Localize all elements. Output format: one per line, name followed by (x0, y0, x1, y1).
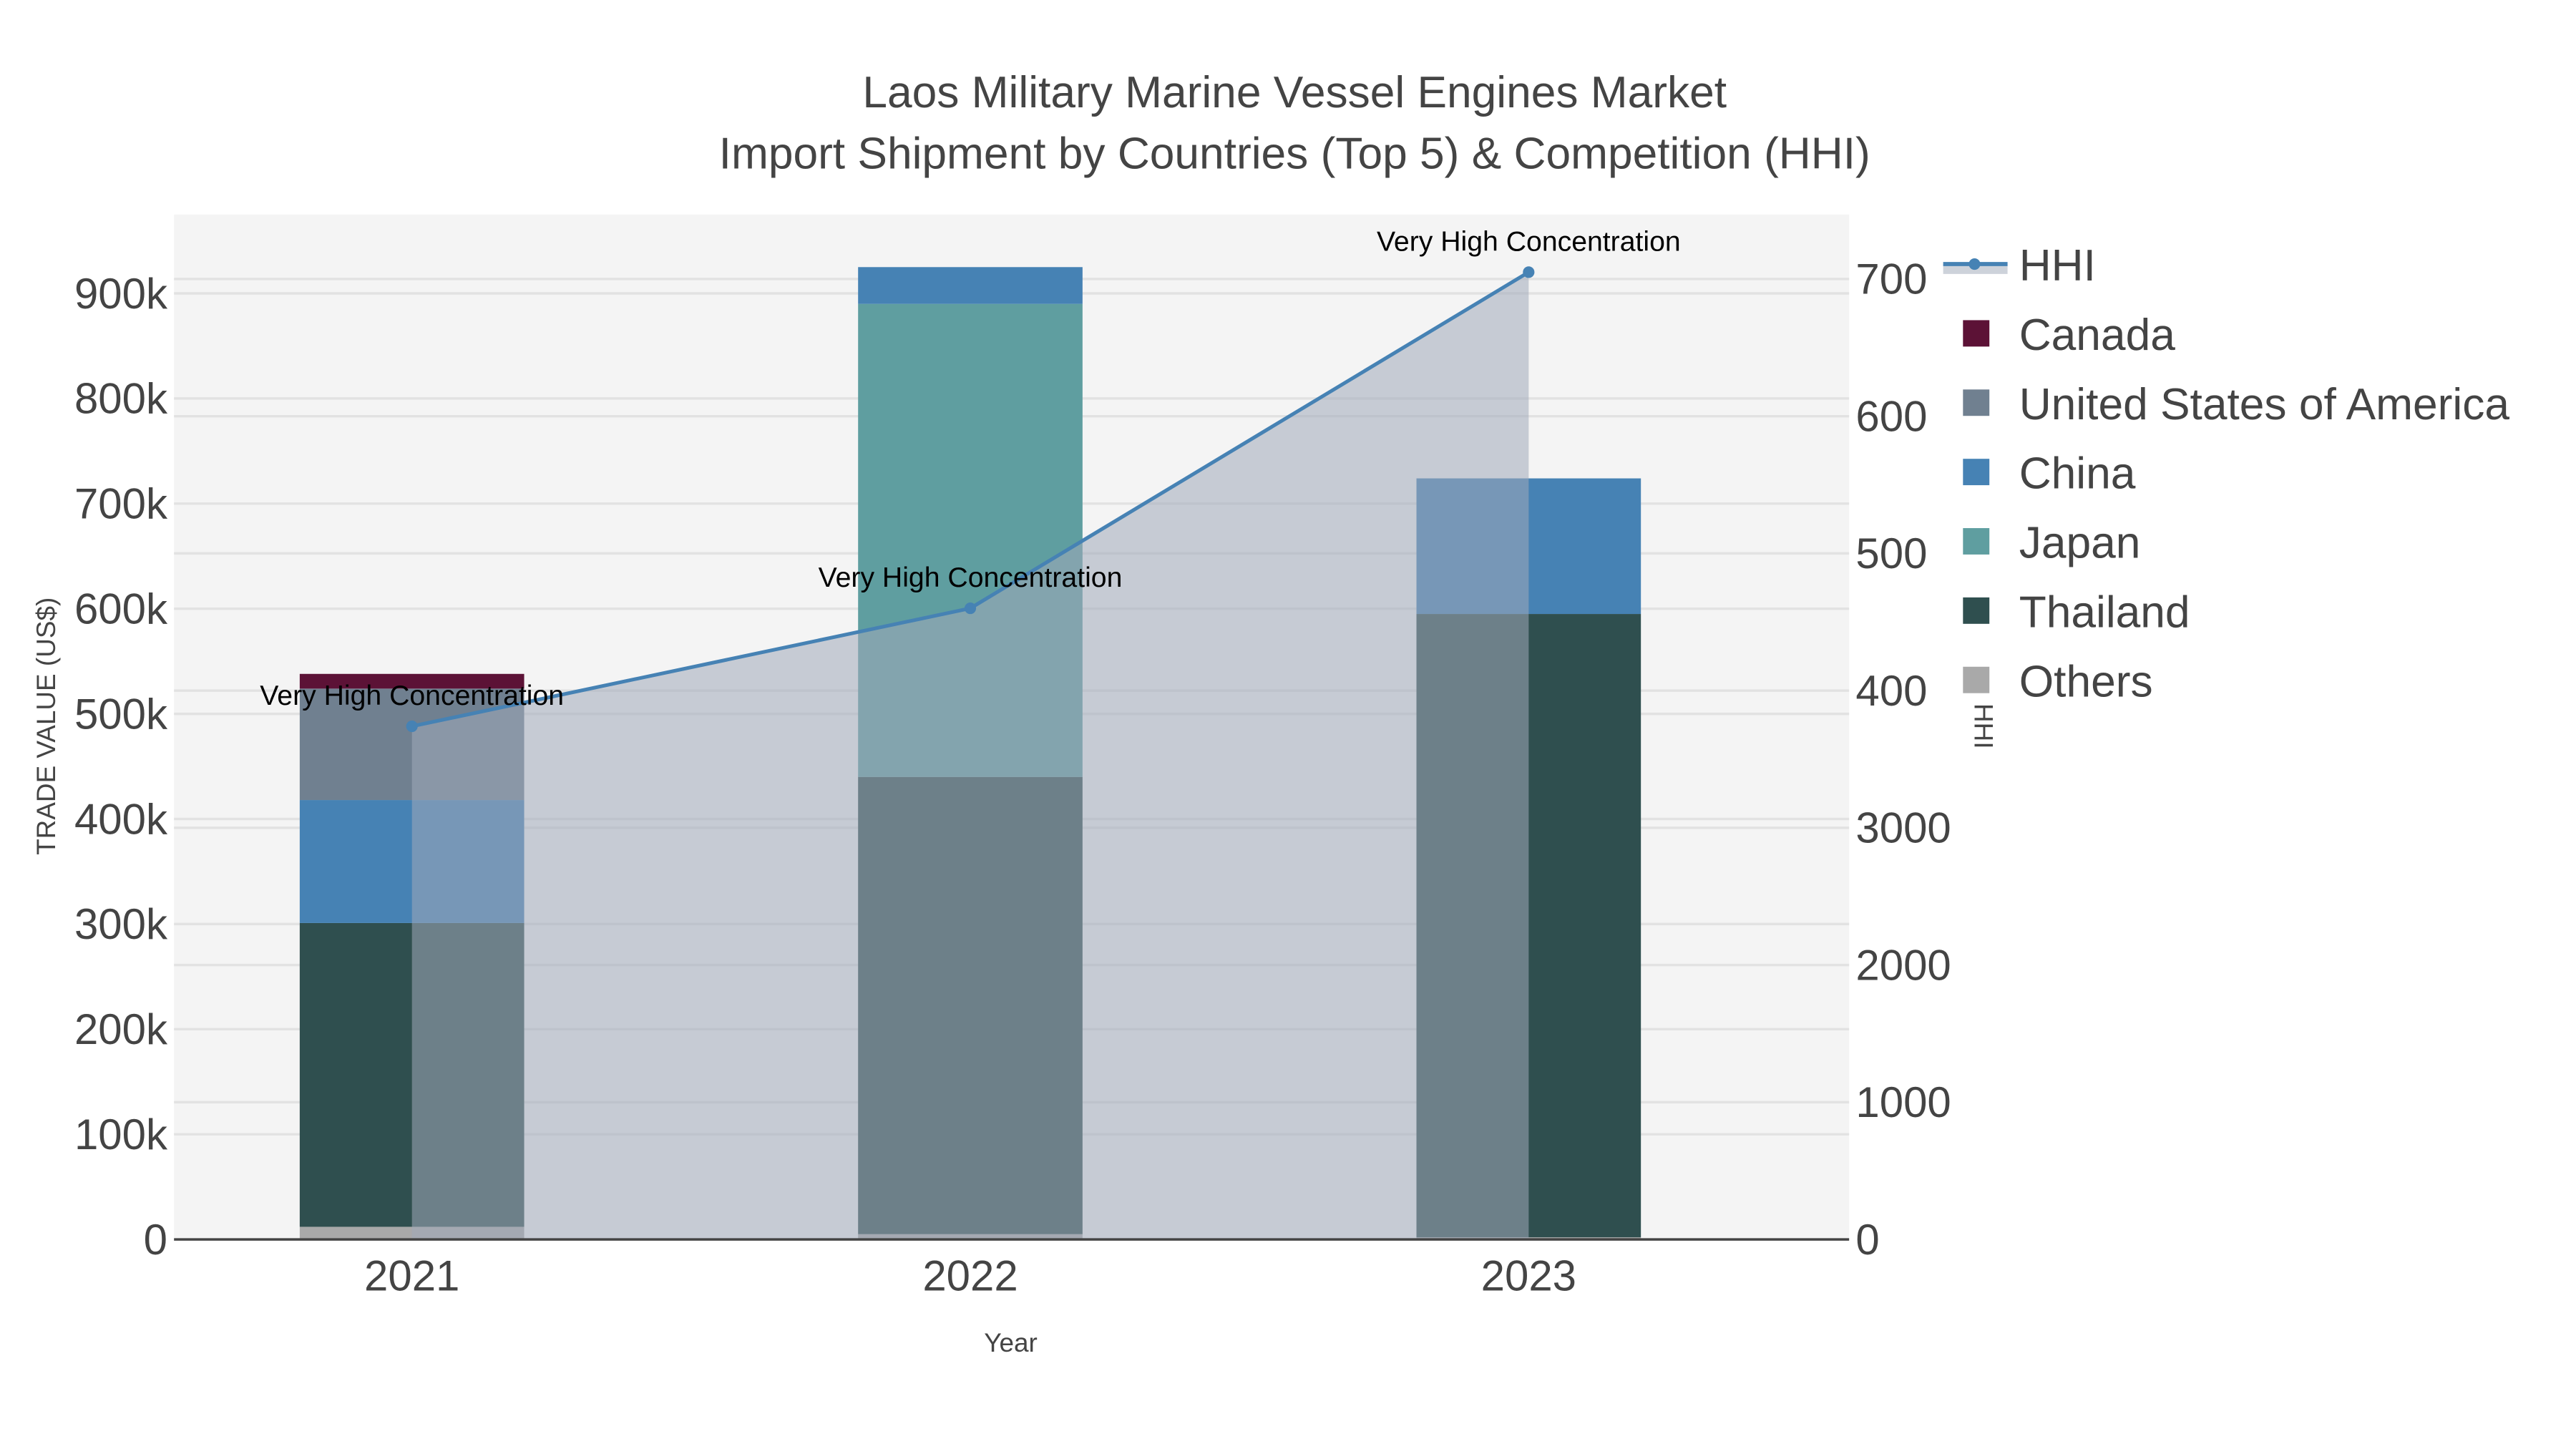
y-tick-label: 700k (74, 480, 168, 528)
legend-label: Thailand (2019, 587, 2190, 637)
legend-item-hhi[interactable]: HHI (1943, 241, 2096, 291)
y2-tick-label: 400 (1855, 667, 1927, 715)
y2-tick-label: 500 (1855, 530, 1927, 577)
legend-swatch (1963, 666, 1990, 693)
y-axis-ticks: 0 100k 200k 300k 400k 500k 600k 700k 800k 900k (74, 270, 168, 1264)
legend-item-united-states-of-america[interactable]: United States of America (1963, 380, 2509, 429)
legend-swatch (1963, 320, 1990, 347)
legend-label: Japan (2019, 519, 2141, 568)
legend-item-japan[interactable]: Japan (1963, 519, 2140, 568)
legend-item-canada[interactable]: Canada (1963, 311, 2175, 360)
chart: Laos Military Marine Vessel Engines Mark… (31, 68, 2509, 1357)
y-tick-label: 400k (74, 795, 168, 843)
x-tick-label: 2023 (1481, 1252, 1576, 1300)
y-tick-label: 900k (74, 270, 168, 318)
legend-item-thailand[interactable]: Thailand (1963, 587, 2190, 637)
legend-label: Others (2019, 657, 2153, 706)
legend: HHI Canada United States of America China Ja… (1943, 241, 2509, 706)
y-axis-title: TRADE VALUE (US$) (31, 597, 61, 855)
y2-tick-label: 2000 (1855, 941, 1951, 989)
y2-tick-label: 1000 (1855, 1078, 1951, 1126)
legend-label: United States of America (2019, 380, 2510, 429)
y2-axis-ticks: 0 1000 2000 3000 400 500 600 700 (1855, 255, 1951, 1264)
legend-swatch (1963, 528, 1990, 555)
hhi-point (406, 720, 418, 733)
y2-tick-label: 0 (1855, 1216, 1879, 1264)
chart-subtitle: Import Shipment by Countries (Top 5) & C… (719, 129, 1870, 178)
legend-label: China (2019, 449, 2136, 499)
legend-item-others[interactable]: Others (1963, 657, 2153, 706)
legend-label: Canada (2019, 311, 2175, 360)
y-tick-label: 300k (74, 900, 168, 948)
x-tick-label: 2022 (922, 1252, 1018, 1300)
y2-tick-label: 600 (1855, 392, 1927, 440)
legend-swatch (1963, 459, 1990, 486)
hhi-point (964, 602, 977, 615)
legend-label: HHI (2019, 241, 2096, 291)
y2-tick-label: 700 (1855, 255, 1927, 303)
x-axis-title: Year (984, 1328, 1038, 1357)
y2-tick-label: 3000 (1855, 804, 1951, 852)
legend-swatch (1963, 389, 1990, 416)
hhi-point (1523, 266, 1535, 278)
y-tick-label: 800k (74, 375, 168, 423)
y-tick-label: 0 (144, 1216, 167, 1264)
chart-title: Laos Military Marine Vessel Engines Mark… (862, 68, 1727, 117)
hhi-annotation: Very High Concentration (1377, 226, 1681, 257)
y-tick-label: 600k (74, 585, 168, 633)
legend-swatch (1968, 258, 1981, 270)
y-tick-label: 200k (74, 1005, 168, 1053)
legend-swatch (1963, 597, 1990, 624)
hhi-annotation: Very High Concentration (819, 562, 1123, 593)
y2-axis-title: HHI (1968, 703, 1998, 749)
y-tick-label: 100k (74, 1111, 168, 1158)
x-axis-ticks: 2021 2022 2023 (364, 1252, 1576, 1300)
legend-item-china[interactable]: China (1963, 449, 2136, 499)
y-tick-label: 500k (74, 690, 168, 738)
hhi-annotation: Very High Concentration (260, 680, 564, 711)
bar-china (858, 267, 1083, 304)
x-tick-label: 2021 (364, 1252, 459, 1300)
